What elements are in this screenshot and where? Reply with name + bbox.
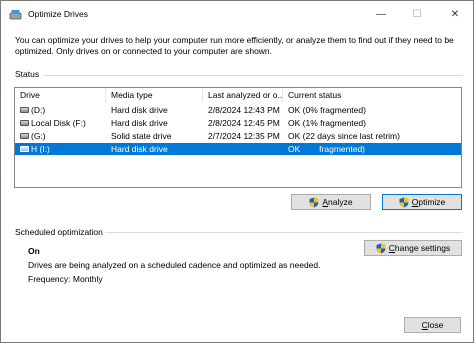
close-label: lose bbox=[427, 320, 444, 330]
change-settings-label: hange settings bbox=[394, 243, 451, 253]
last-analyzed: 2/8/2024 12:45 PM bbox=[208, 118, 280, 128]
optimize-label: ptimize bbox=[418, 197, 446, 207]
last-analyzed: 2/7/2024 12:35 PM bbox=[208, 131, 280, 141]
optimize-accel: O bbox=[411, 197, 419, 207]
media-type: Hard disk drive bbox=[111, 118, 168, 128]
uac-shield-icon bbox=[309, 197, 319, 207]
hard-drive-icon bbox=[20, 106, 29, 113]
description-text: You can optimize your drives to help you… bbox=[15, 35, 454, 56]
title-bar[interactable]: Optimize Drives — ☐ ✕ bbox=[1, 1, 473, 27]
column-header-current-status[interactable]: Current status bbox=[283, 88, 461, 102]
drive-name: H (I:) bbox=[31, 144, 50, 154]
schedule-frequency: Frequency: Monthly bbox=[28, 274, 103, 284]
change-settings-button[interactable]: Change settings bbox=[364, 240, 462, 256]
hard-drive-icon bbox=[20, 132, 29, 139]
drive-name: (D:) bbox=[31, 105, 46, 115]
close-button[interactable]: Close bbox=[404, 317, 461, 333]
last-analyzed bbox=[203, 143, 283, 155]
drive-row-g[interactable]: (G:) Solid state drive 2/7/2024 12:35 PM… bbox=[15, 130, 461, 142]
status-divider bbox=[43, 75, 463, 76]
last-analyzed: 2/8/2024 12:43 PM bbox=[208, 105, 280, 115]
optimize-button[interactable]: Optimize bbox=[382, 194, 462, 210]
column-header-last-analyzed[interactable]: Last analyzed or o... bbox=[203, 88, 283, 102]
scheduled-divider bbox=[105, 232, 463, 233]
current-status: OK (1% fragmented) bbox=[288, 118, 366, 128]
drive-row-f[interactable]: Local Disk (F:) Hard disk drive 2/8/2024… bbox=[15, 117, 461, 129]
minimize-icon: — bbox=[376, 8, 386, 20]
schedule-description: Drives are being analyzed on a scheduled… bbox=[28, 260, 321, 270]
minimize-button[interactable]: — bbox=[363, 1, 399, 27]
maximize-icon: ☐ bbox=[412, 8, 422, 20]
drive-name: Local Disk (F:) bbox=[31, 118, 86, 128]
hard-drive-icon bbox=[20, 119, 29, 126]
maximize-button[interactable]: ☐ bbox=[399, 1, 435, 27]
current-status: OK fragmented) bbox=[288, 144, 366, 154]
column-header-media-type[interactable]: Media type bbox=[106, 88, 203, 102]
close-icon: ✕ bbox=[450, 8, 460, 20]
drives-list[interactable]: Drive Media type Last analyzed or o... C… bbox=[14, 87, 462, 188]
hard-drive-icon bbox=[20, 145, 29, 152]
scheduled-group-label: Scheduled optimization bbox=[15, 227, 103, 237]
current-status: OK (0% fragmented) bbox=[288, 105, 366, 115]
uac-shield-icon bbox=[376, 243, 386, 253]
column-header-drive[interactable]: Drive bbox=[15, 88, 106, 102]
media-type: Hard disk drive bbox=[111, 144, 168, 154]
analyze-label: nalyze bbox=[328, 197, 353, 207]
optimize-drives-icon bbox=[9, 10, 22, 20]
drive-row-i-selected[interactable]: H (I:) Hard disk drive OK fragmented) bbox=[15, 143, 461, 155]
close-window-button[interactable]: ✕ bbox=[437, 1, 473, 27]
uac-shield-icon bbox=[399, 197, 409, 207]
drive-row-d[interactable]: (D:) Hard disk drive 2/8/2024 12:43 PM O… bbox=[15, 104, 461, 116]
media-type: Hard disk drive bbox=[111, 105, 168, 115]
status-group-label: Status bbox=[15, 69, 40, 79]
drives-list-header: Drive Media type Last analyzed or o... C… bbox=[15, 88, 461, 102]
media-type: Solid state drive bbox=[111, 131, 172, 141]
window-title: Optimize Drives bbox=[28, 9, 88, 19]
optimize-drives-window: Optimize Drives — ☐ ✕ You can optimize y… bbox=[0, 0, 474, 343]
current-status: OK (22 days since last retrim) bbox=[288, 131, 400, 141]
drive-name: (G:) bbox=[31, 131, 46, 141]
analyze-button[interactable]: Analyze bbox=[291, 194, 371, 210]
schedule-state: On bbox=[28, 246, 40, 256]
